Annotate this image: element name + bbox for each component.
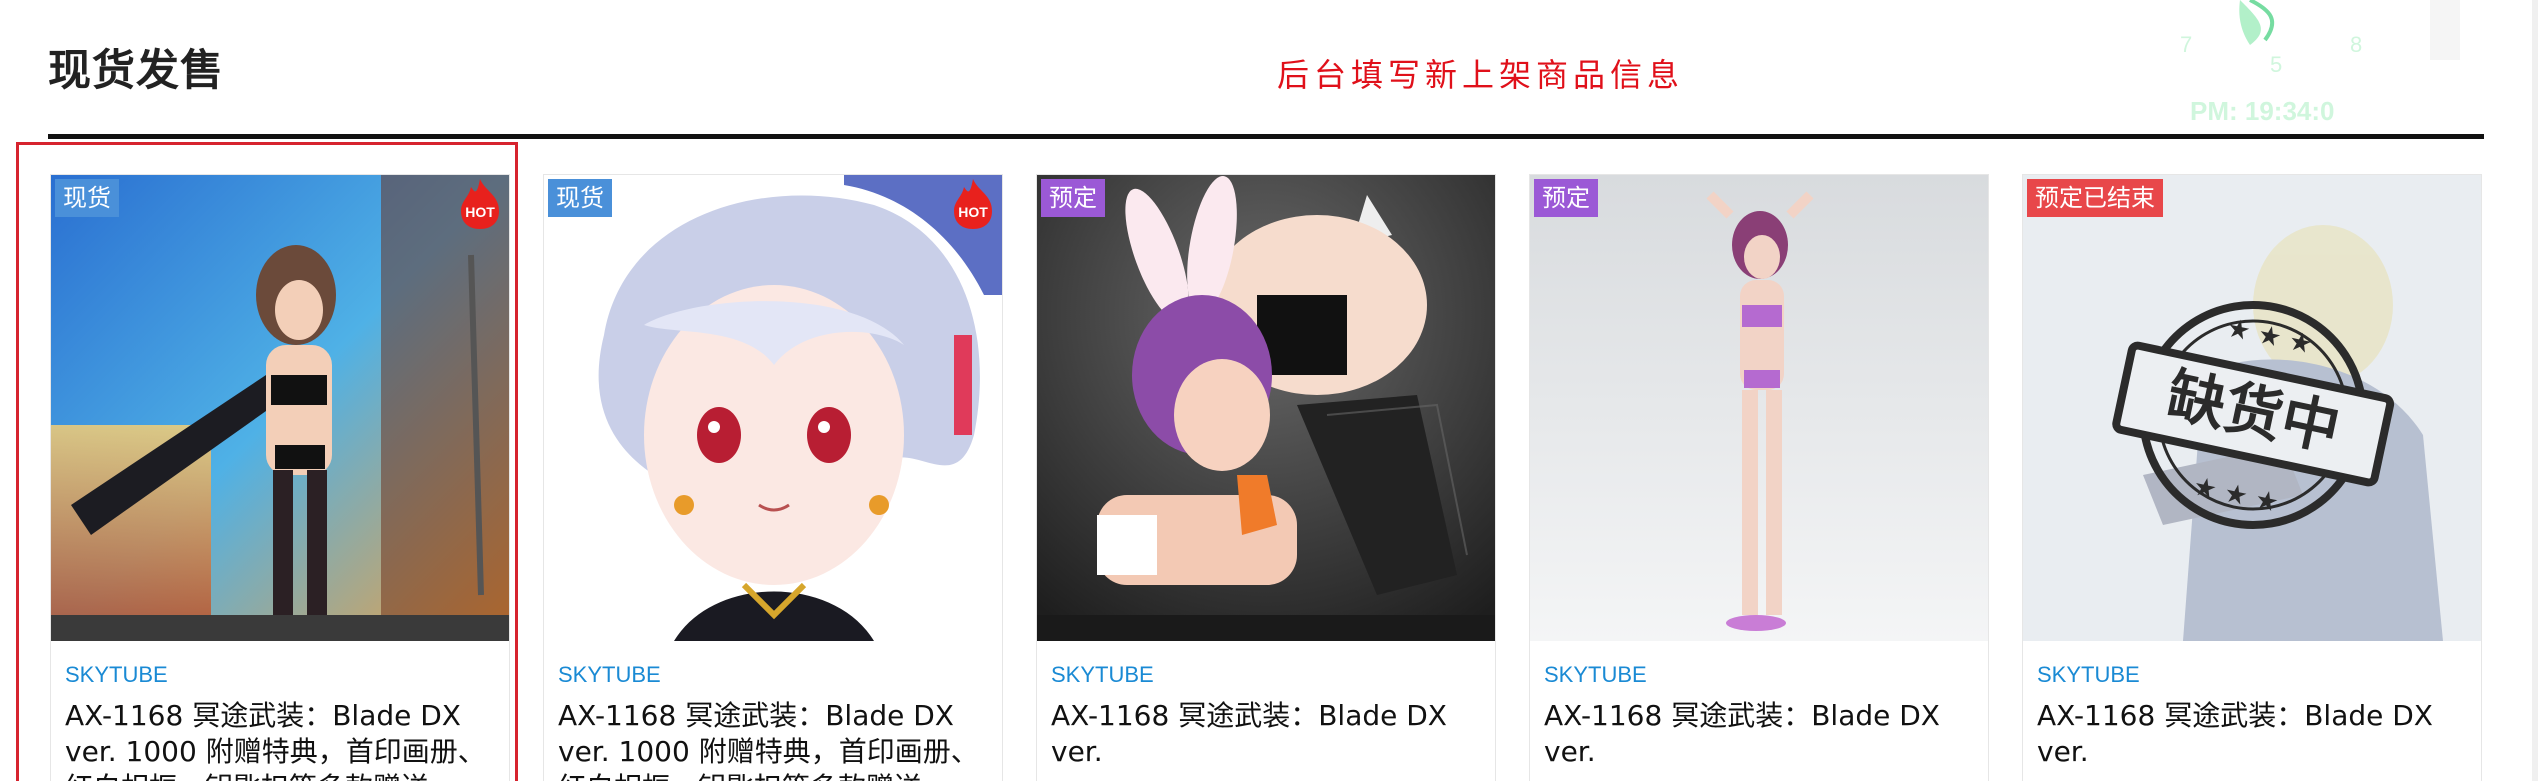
hot-label: HOT <box>958 204 988 220</box>
product-image[interactable]: 现货 HOT <box>544 175 1002 641</box>
status-badge: 预定 <box>1534 179 1598 217</box>
status-badge: 现货 <box>55 179 119 217</box>
clock-side-bar <box>2430 0 2460 60</box>
product-brand[interactable]: SKYTUBE <box>1544 662 1647 688</box>
status-badge: 预定已结束 <box>2027 179 2163 217</box>
product-image[interactable]: 现货 HOT <box>51 175 509 641</box>
hot-flame-icon: HOT <box>948 177 998 231</box>
clock-widget: 7 5 8 PM: 19:34:0 <box>2120 0 2460 135</box>
clock-numeral: 5 <box>2270 52 2283 77</box>
product-card[interactable]: 现货 HOT SKYTUBE AX-1168 冥途武装：Blade DX ver… <box>543 174 1003 781</box>
product-card[interactable]: 缺货中 ★ ★ ★ ★ ★ ★ 预定已结束 SKYTUBE AX-1168 冥途… <box>2022 174 2482 781</box>
product-card[interactable]: 预定 SKYTUBE AX-1168 冥途武装：Blade DX ver. <box>1529 174 1989 781</box>
section-divider <box>48 134 2484 139</box>
product-name[interactable]: AX-1168 冥途武装：Blade DX ver. 1000 附赠特典，首印画… <box>558 698 998 781</box>
clock-time: PM: 19:34:0 <box>2190 96 2335 126</box>
hot-label: HOT <box>465 204 495 220</box>
product-name[interactable]: AX-1168 冥途武装：Blade DX ver. <box>1544 698 1984 770</box>
product-brand[interactable]: SKYTUBE <box>1051 662 1154 688</box>
status-badge: 现货 <box>548 179 612 217</box>
clock-numeral: 8 <box>2350 32 2363 57</box>
section-title: 现货发售 <box>48 46 224 96</box>
admin-annotation-note: 后台填写新上架商品信息 <box>1277 56 1685 94</box>
product-brand[interactable]: SKYTUBE <box>558 662 661 688</box>
clock-numeral: 7 <box>2180 32 2193 57</box>
product-brand[interactable]: SKYTUBE <box>65 662 168 688</box>
hot-flame-icon: HOT <box>455 177 505 231</box>
product-listing-page: 现货发售 后台填写新上架商品信息 7 5 8 PM: 19:34:0 现货 HO… <box>0 0 2538 781</box>
status-badge: 预定 <box>1041 179 1105 217</box>
product-image[interactable]: 预定 <box>1530 175 1988 641</box>
product-image[interactable]: 预定 <box>1037 175 1495 641</box>
product-name[interactable]: AX-1168 冥途武装：Blade DX ver. 1000 附赠特典，首印画… <box>65 698 505 781</box>
product-image[interactable]: 缺货中 ★ ★ ★ ★ ★ ★ 预定已结束 <box>2023 175 2481 641</box>
product-card[interactable]: 预定 SKYTUBE AX-1168 冥途武装：Blade DX ver. <box>1036 174 1496 781</box>
product-brand[interactable]: SKYTUBE <box>2037 662 2140 688</box>
product-name[interactable]: AX-1168 冥途武装：Blade DX ver. <box>1051 698 1491 770</box>
product-name[interactable]: AX-1168 冥途武装：Blade DX ver. <box>2037 698 2477 770</box>
product-card[interactable]: 现货 HOT SKYTUBE AX-1168 冥途武装：Blade DX ver… <box>50 174 510 781</box>
page-scrollbar[interactable] <box>2532 0 2538 781</box>
